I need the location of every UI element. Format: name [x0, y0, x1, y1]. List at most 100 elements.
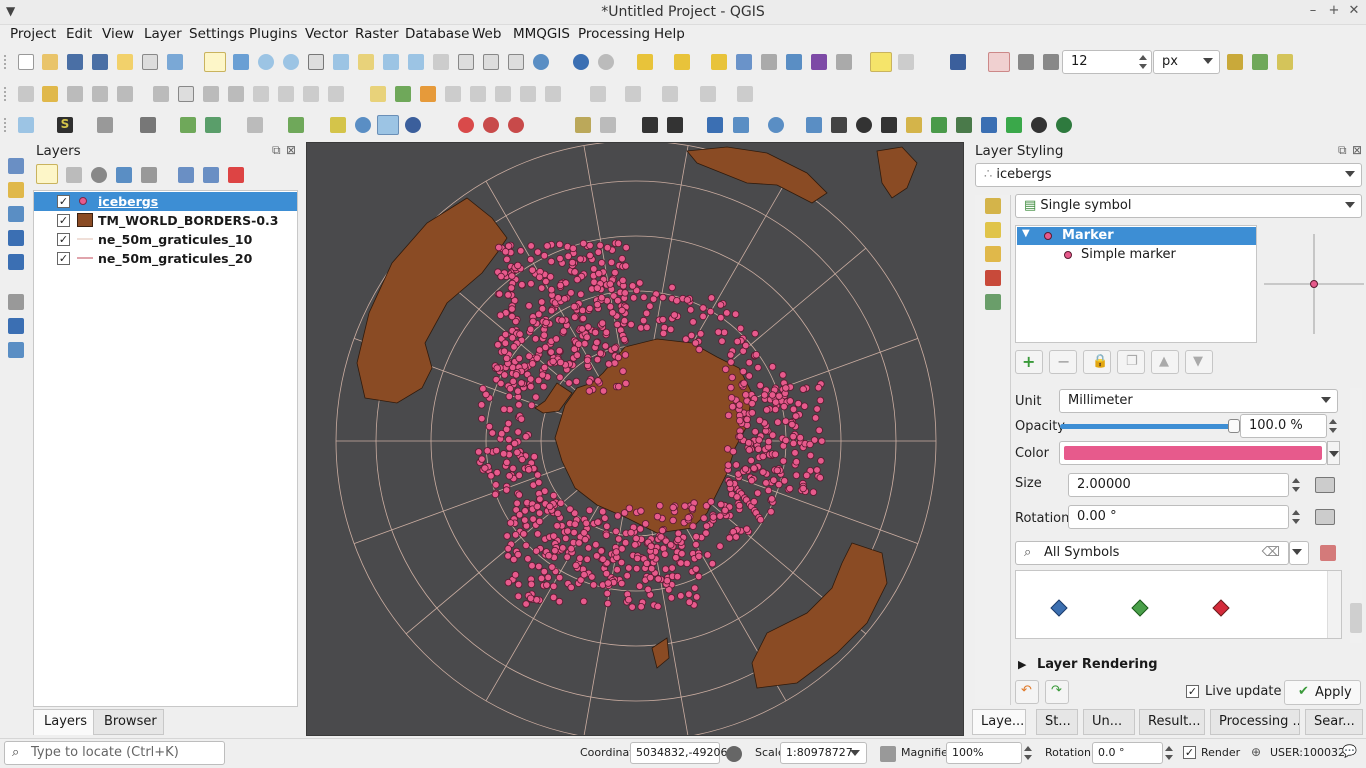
- masks-tab-icon[interactable]: [985, 270, 1001, 286]
- zoom-native-icon[interactable]: [308, 54, 324, 70]
- opacity-slider[interactable]: [1060, 419, 1240, 433]
- layer-select[interactable]: ∴ icebergs: [975, 163, 1362, 187]
- red-diamond-symbol[interactable]: [1212, 599, 1230, 617]
- zoom-last-icon[interactable]: [408, 54, 424, 70]
- labels-tab-icon[interactable]: [985, 222, 1001, 238]
- move-label-icon[interactable]: [495, 86, 511, 102]
- globe-icon[interactable]: [405, 117, 421, 133]
- geotag-icon[interactable]: [458, 117, 474, 133]
- move-down-button[interactable]: ▼: [1185, 350, 1213, 374]
- menu-database[interactable]: Database: [405, 26, 469, 42]
- toggle-editing-icon[interactable]: [42, 86, 58, 102]
- tab-undo[interactable]: Un...: [1083, 709, 1135, 735]
- pan-to-selection-icon[interactable]: [233, 54, 249, 70]
- marker-row[interactable]: ▼ Marker: [1017, 227, 1256, 245]
- metadata-icon[interactable]: [831, 117, 847, 133]
- maximize-icon[interactable]: +: [1326, 3, 1342, 18]
- remove-symbol-layer-button[interactable]: −: [1049, 350, 1077, 374]
- pan-icon[interactable]: [204, 52, 226, 72]
- ellipse-tool-icon[interactable]: [662, 86, 678, 102]
- tab-processing[interactable]: Processing ...: [1210, 709, 1300, 735]
- zoom-full-icon[interactable]: [333, 54, 349, 70]
- snap-tolerance-stepper[interactable]: [1136, 50, 1150, 74]
- add-db-icon[interactable]: [8, 254, 24, 270]
- symbology-tab-icon[interactable]: [985, 198, 1001, 214]
- layer-row-graticules-20[interactable]: ✓ ne_50m_graticules_20: [34, 249, 297, 268]
- remove-layer-icon[interactable]: [228, 167, 244, 183]
- modify-attributes-icon[interactable]: [153, 86, 169, 102]
- magnifier-stepper[interactable]: [1021, 741, 1035, 765]
- tracing-icon[interactable]: [1277, 54, 1293, 70]
- vertex-tool-icon[interactable]: [117, 86, 133, 102]
- identify-3d-icon[interactable]: [355, 117, 371, 133]
- snap-unit-select[interactable]: px: [1153, 50, 1220, 74]
- apply-button[interactable]: ✔ Apply: [1284, 680, 1361, 705]
- open-project-icon[interactable]: [42, 54, 58, 70]
- change-label-icon[interactable]: [545, 86, 561, 102]
- layers-icon[interactable]: [931, 117, 947, 133]
- identify-icon[interactable]: [573, 54, 589, 70]
- select-tool-icon[interactable]: [667, 117, 683, 133]
- globe-active-icon[interactable]: [377, 115, 399, 135]
- size-input[interactable]: 2.00000: [1068, 473, 1289, 497]
- add-wcs-icon[interactable]: [8, 342, 24, 358]
- snapping-type-icon[interactable]: [1043, 54, 1059, 70]
- close-icon[interactable]: ✕: [1346, 3, 1362, 18]
- pin-labels-icon[interactable]: [445, 86, 461, 102]
- geotag-c-icon[interactable]: [508, 117, 524, 133]
- map-tips-icon[interactable]: [836, 54, 852, 70]
- rotation-data-defined-icon[interactable]: [1315, 509, 1335, 525]
- lock-scale-icon[interactable]: [880, 746, 896, 762]
- tab-statistics[interactable]: St...: [1036, 709, 1078, 735]
- copy-features-icon[interactable]: [178, 86, 194, 102]
- history-tab-icon[interactable]: [985, 294, 1001, 310]
- menu-processing[interactable]: Processing: [578, 26, 650, 42]
- label-highlight-icon[interactable]: [420, 86, 436, 102]
- opacity-slider-handle[interactable]: [1228, 419, 1240, 433]
- move-up-button[interactable]: ▲: [1151, 350, 1179, 374]
- zoom-out-icon[interactable]: [283, 54, 299, 70]
- expand-all-icon[interactable]: [178, 167, 194, 183]
- diagram-tool-icon[interactable]: [395, 86, 411, 102]
- messages-icon[interactable]: 💬: [1342, 744, 1357, 758]
- plugin-c-icon[interactable]: [247, 117, 263, 133]
- network-icon[interactable]: [733, 117, 749, 133]
- select-features-icon[interactable]: [637, 54, 653, 70]
- symbols-filter-select[interactable]: [1289, 541, 1309, 565]
- tab-layers[interactable]: Layers: [33, 709, 99, 735]
- circle-tool-icon[interactable]: [625, 86, 641, 102]
- zoom-selection-icon[interactable]: [358, 54, 374, 70]
- tab-browser[interactable]: Browser: [93, 709, 164, 735]
- add-delimited-icon[interactable]: [8, 230, 24, 246]
- select-by-value-icon[interactable]: [674, 54, 690, 70]
- float-panel-icon[interactable]: ⧉: [272, 143, 281, 158]
- layer-row-icebergs[interactable]: ✓ icebergs: [34, 192, 297, 211]
- crs-label[interactable]: USER:100032: [1270, 746, 1345, 759]
- new-project-icon[interactable]: [18, 54, 34, 70]
- opacity-stepper[interactable]: [1326, 414, 1340, 438]
- symbols-scrollbar[interactable]: [1327, 571, 1341, 638]
- minimize-icon[interactable]: –: [1305, 3, 1321, 18]
- size-stepper[interactable]: [1289, 473, 1303, 497]
- label-tool-icon[interactable]: [370, 86, 386, 102]
- magnifier-input[interactable]: 100%: [946, 742, 1022, 764]
- unit-select[interactable]: Millimeter: [1059, 389, 1338, 413]
- topological-editing-icon[interactable]: [1227, 54, 1243, 70]
- collapse-icon[interactable]: ▼: [1022, 228, 1030, 239]
- toolbar-grip[interactable]: [4, 118, 7, 132]
- show-bookmarks-icon[interactable]: [508, 54, 524, 70]
- close-panel-icon[interactable]: ⊠: [1352, 143, 1362, 157]
- new-map-view-icon[interactable]: [458, 54, 474, 70]
- menu-edit[interactable]: Edit: [66, 26, 92, 42]
- help-icon[interactable]: [950, 54, 966, 70]
- rotation-status-stepper[interactable]: [1162, 741, 1176, 765]
- layer-checkbox[interactable]: ✓: [57, 214, 70, 227]
- profile-tool-icon[interactable]: [18, 117, 34, 133]
- locator-input[interactable]: ⌕ Type to locate (Ctrl+K): [4, 741, 225, 765]
- tab-results[interactable]: Result...: [1139, 709, 1205, 735]
- menu-layer[interactable]: Layer: [144, 26, 182, 42]
- rotate-label-icon[interactable]: [520, 86, 536, 102]
- geotag-b-icon[interactable]: [483, 117, 499, 133]
- field-calculator-icon[interactable]: [761, 54, 777, 70]
- paste-icon[interactable]: [278, 86, 294, 102]
